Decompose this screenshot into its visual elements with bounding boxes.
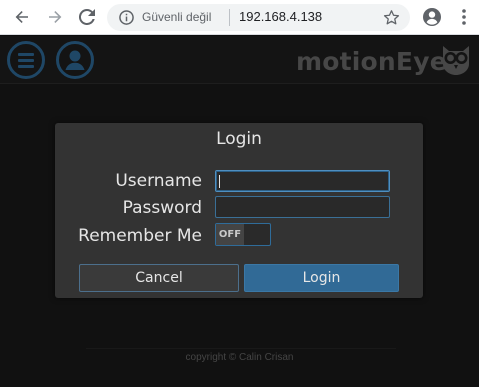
- security-status[interactable]: Güvenli değil: [142, 10, 211, 24]
- username-input[interactable]: [215, 170, 390, 192]
- app-brand: motionEye: [296, 47, 447, 76]
- info-icon[interactable]: [119, 10, 134, 25]
- password-input[interactable]: [215, 196, 390, 218]
- account-circle-icon[interactable]: [422, 7, 442, 27]
- address-divider: [229, 9, 230, 26]
- text-caret: [219, 175, 220, 188]
- main-menu-button[interactable]: [7, 41, 45, 79]
- copyright-text: copyright © Calin Crisan: [185, 352, 294, 363]
- arrow-left-icon: [15, 11, 28, 23]
- url-text[interactable]: 192.168.4.138: [239, 9, 322, 24]
- browser-toolbar: Güvenli değil 192.168.4.138: [0, 0, 479, 35]
- user-button[interactable]: [56, 41, 94, 79]
- remember-me-label: Remember Me: [78, 226, 202, 246]
- login-dialog: Login Username Password Remember Me OFF …: [55, 123, 423, 298]
- toggle-state: OFF: [216, 224, 244, 245]
- back-button[interactable]: [12, 7, 32, 27]
- reload-icon: [79, 9, 95, 25]
- hamburger-menu-icon: [18, 53, 34, 68]
- username-label: Username: [115, 171, 202, 191]
- remember-me-toggle[interactable]: OFF: [215, 223, 271, 246]
- user-icon: [65, 50, 85, 70]
- star-icon[interactable]: [383, 9, 400, 26]
- arrow-right-icon: [49, 11, 62, 23]
- address-bar[interactable]: Güvenli değil 192.168.4.138: [107, 4, 410, 31]
- reload-button[interactable]: [77, 7, 97, 27]
- footer-divider: [86, 348, 396, 349]
- owl-logo-icon: [443, 46, 469, 75]
- login-button[interactable]: Login: [244, 264, 399, 292]
- more-vertical-icon[interactable]: [457, 7, 471, 27]
- app-header: motionEye: [0, 36, 479, 84]
- cancel-button[interactable]: Cancel: [79, 264, 239, 292]
- password-label: Password: [122, 198, 202, 218]
- dialog-title: Login: [216, 129, 262, 149]
- forward-button[interactable]: [45, 7, 65, 27]
